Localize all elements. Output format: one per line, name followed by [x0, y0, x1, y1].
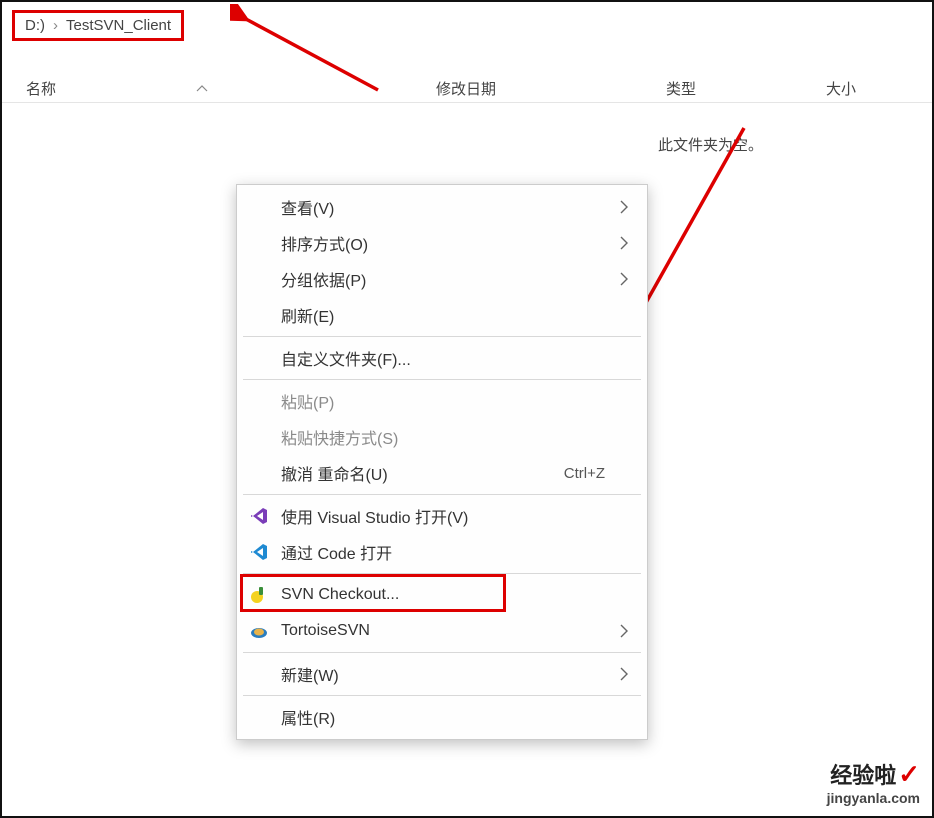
menu-paste: 粘贴(P) — [237, 383, 647, 419]
chevron-right-icon — [619, 272, 629, 286]
column-date-header[interactable]: 修改日期 — [436, 81, 496, 98]
watermark-url: jingyanla.com — [827, 790, 920, 806]
menu-undo-rename[interactable]: 撤消 重命名(U) Ctrl+Z — [237, 455, 647, 491]
menu-view-label: 查看(V) — [281, 195, 633, 219]
breadcrumb[interactable]: D:) › TestSVN_Client — [12, 10, 184, 41]
menu-open-vs-label: 使用 Visual Studio 打开(V) — [281, 504, 633, 528]
breadcrumb-drive[interactable]: D:) — [25, 17, 45, 34]
menu-paste-shortcut: 粘贴快捷方式(S) — [237, 419, 647, 455]
context-menu: 查看(V) 排序方式(O) 分组依据(P) 刷新(E) 自定义文件夹(F)...… — [236, 184, 648, 740]
breadcrumb-separator: › — [53, 17, 58, 34]
menu-paste-shortcut-label: 粘贴快捷方式(S) — [281, 425, 633, 449]
menu-tortoisesvn[interactable]: TortoiseSVN — [237, 613, 647, 649]
watermark: 经验啦✓ jingyanla.com — [827, 758, 920, 806]
menu-separator — [243, 573, 641, 574]
menu-svn-checkout-label: SVN Checkout... — [281, 586, 633, 604]
menu-separator — [243, 652, 641, 653]
svn-checkout-icon — [249, 585, 269, 605]
menu-new[interactable]: 新建(W) — [237, 656, 647, 692]
watermark-check-icon: ✓ — [898, 759, 920, 789]
chevron-right-icon — [619, 236, 629, 250]
menu-open-vscode[interactable]: 通过 Code 打开 — [237, 534, 647, 570]
vscode-icon — [249, 542, 269, 562]
menu-sort-label: 排序方式(O) — [281, 231, 633, 255]
empty-folder-message: 此文件夹为空。 — [658, 134, 763, 155]
sort-ascending-icon[interactable] — [196, 85, 208, 93]
chevron-right-icon — [619, 200, 629, 214]
tortoisesvn-icon — [249, 621, 269, 641]
menu-undo-label: 撤消 重命名(U) — [281, 461, 564, 485]
menu-open-code-label: 通过 Code 打开 — [281, 540, 633, 564]
menu-separator — [243, 336, 641, 337]
header-divider — [2, 102, 932, 103]
menu-customize-folder[interactable]: 自定义文件夹(F)... — [237, 340, 647, 376]
menu-open-visual-studio[interactable]: 使用 Visual Studio 打开(V) — [237, 498, 647, 534]
watermark-text: 经验啦 — [830, 763, 896, 788]
menu-svn-checkout[interactable]: SVN Checkout... — [237, 577, 647, 613]
menu-properties[interactable]: 属性(R) — [237, 699, 647, 735]
menu-separator — [243, 379, 641, 380]
menu-undo-shortcut: Ctrl+Z — [564, 465, 605, 482]
menu-tortoise-label: TortoiseSVN — [281, 622, 633, 640]
column-headers: 名称 修改日期 类型 大小 — [2, 78, 932, 99]
menu-refresh-label: 刷新(E) — [281, 303, 633, 327]
chevron-right-icon — [619, 624, 629, 638]
chevron-right-icon — [619, 667, 629, 681]
menu-group[interactable]: 分组依据(P) — [237, 261, 647, 297]
breadcrumb-folder[interactable]: TestSVN_Client — [66, 17, 171, 34]
menu-customize-label: 自定义文件夹(F)... — [281, 346, 633, 370]
menu-separator — [243, 695, 641, 696]
menu-separator — [243, 494, 641, 495]
column-name-header[interactable]: 名称 — [26, 78, 56, 99]
menu-refresh[interactable]: 刷新(E) — [237, 297, 647, 333]
menu-group-label: 分组依据(P) — [281, 267, 633, 291]
menu-paste-label: 粘贴(P) — [281, 389, 633, 413]
column-size-header[interactable]: 大小 — [826, 81, 856, 98]
menu-properties-label: 属性(R) — [281, 705, 633, 729]
column-type-header[interactable]: 类型 — [666, 81, 696, 98]
menu-sort[interactable]: 排序方式(O) — [237, 225, 647, 261]
menu-new-label: 新建(W) — [281, 662, 633, 686]
menu-view[interactable]: 查看(V) — [237, 189, 647, 225]
visual-studio-icon — [249, 506, 269, 526]
